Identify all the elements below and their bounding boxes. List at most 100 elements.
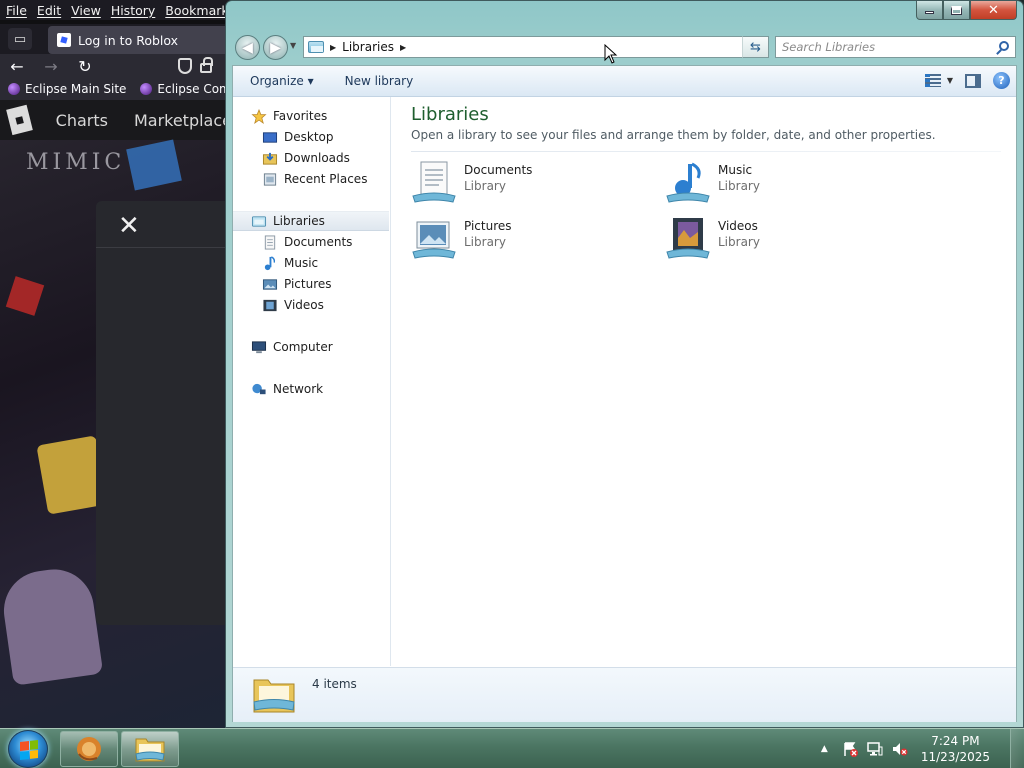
menu-file[interactable]: File bbox=[6, 3, 27, 18]
lock-icon[interactable] bbox=[200, 57, 213, 73]
libraries-icon bbox=[251, 215, 267, 227]
nav-item-libraries[interactable]: Libraries bbox=[233, 211, 389, 231]
show-desktop-button[interactable] bbox=[1010, 729, 1024, 768]
preview-pane-icon[interactable] bbox=[965, 73, 981, 88]
pictures-icon bbox=[262, 278, 278, 290]
nav-marketplace[interactable]: Marketplace bbox=[134, 111, 232, 130]
back-arrow-icon[interactable]: ← bbox=[0, 57, 34, 76]
show-hidden-icons-icon[interactable]: ▲ bbox=[821, 744, 828, 754]
breadcrumb-arrow-icon[interactable]: ▶ bbox=[330, 43, 336, 52]
start-button[interactable] bbox=[8, 730, 48, 768]
taskbar-firefox[interactable] bbox=[60, 731, 118, 767]
refresh-button[interactable]: ⇆ bbox=[742, 36, 769, 58]
nav-item-documents[interactable]: Documents bbox=[233, 232, 389, 252]
item-count: 4 items bbox=[312, 677, 357, 691]
change-view-icon[interactable] bbox=[924, 74, 941, 87]
forward-button[interactable]: ▶ bbox=[263, 35, 288, 60]
firefox-menubar: File Edit View History Bookmarks bbox=[0, 0, 232, 20]
view-options-dropdown-icon[interactable]: ▼ bbox=[947, 76, 953, 85]
breadcrumb-libraries[interactable]: Libraries bbox=[342, 40, 394, 54]
divider bbox=[411, 151, 1001, 152]
clock-time: 7:24 PM bbox=[931, 734, 980, 748]
videos-filmstrip-icon bbox=[263, 299, 277, 311]
forward-arrow-icon[interactable]: → bbox=[34, 57, 68, 76]
nav-item-label: Libraries bbox=[273, 214, 325, 228]
tab-title: Log in to Roblox bbox=[78, 32, 179, 48]
close-button[interactable]: ✕ bbox=[970, 1, 1017, 20]
bookmark-eclipse-community[interactable]: Eclipse Community bbox=[140, 82, 232, 96]
maximize-icon bbox=[951, 5, 962, 15]
mouse-cursor-icon bbox=[604, 44, 618, 64]
nav-item-recent-places[interactable]: Recent Places bbox=[233, 169, 389, 189]
menu-history[interactable]: History bbox=[111, 3, 155, 18]
firefox-tabstrip: ▭ Log in to Roblox bbox=[0, 24, 232, 54]
bookmarks-toolbar: Eclipse Main Site Eclipse Community bbox=[0, 78, 232, 100]
nav-item-network[interactable]: Network bbox=[233, 379, 389, 399]
taskbar: ▲ 7:24 PM 11/23/2025 bbox=[0, 728, 1024, 768]
nav-item-favorites[interactable]: Favorites bbox=[233, 106, 389, 126]
explorer-folder-icon bbox=[135, 738, 165, 762]
tab-roblox-login[interactable]: Log in to Roblox bbox=[48, 26, 232, 54]
close-icon[interactable]: ✕ bbox=[118, 213, 140, 239]
search-box[interactable] bbox=[775, 36, 1016, 58]
library-name: Pictures bbox=[464, 219, 512, 233]
clock-date: 11/23/2025 bbox=[920, 750, 990, 764]
action-center-flag-icon[interactable] bbox=[842, 741, 858, 757]
menu-bookmarks[interactable]: Bookmarks bbox=[165, 3, 232, 18]
back-button[interactable]: ◀ bbox=[235, 35, 260, 60]
roblox-logo-icon[interactable] bbox=[6, 104, 33, 136]
page-title: Libraries bbox=[411, 104, 489, 125]
minimize-icon bbox=[925, 11, 934, 14]
library-item-music[interactable]: Music Library bbox=[665, 158, 905, 208]
library-item-pictures[interactable]: Pictures Library bbox=[411, 214, 651, 264]
page-description: Open a library to see your files and arr… bbox=[411, 128, 936, 142]
windows-logo-icon bbox=[20, 740, 38, 760]
network-status-icon[interactable] bbox=[867, 741, 883, 757]
nav-item-label: Downloads bbox=[284, 151, 350, 165]
help-icon[interactable]: ? bbox=[993, 72, 1010, 89]
nav-item-label: Network bbox=[273, 382, 324, 396]
bookmark-label: Eclipse Main Site bbox=[25, 82, 127, 96]
clock[interactable]: 7:24 PM 11/23/2025 bbox=[921, 733, 990, 765]
nav-item-pictures[interactable]: Pictures bbox=[233, 274, 389, 294]
libraries-folder-icon bbox=[308, 41, 324, 53]
caption-buttons: ✕ bbox=[916, 1, 1017, 20]
explorer-window: ✕ ◀ ▶ ▼ ▶ Libraries ▶ ▼ ⇆ Organize ▾ New… bbox=[225, 0, 1024, 728]
firefox-view-icon[interactable]: ▭ bbox=[8, 28, 32, 50]
library-item-documents[interactable]: Documents Library bbox=[411, 158, 651, 208]
roblox-header: Charts Marketplace bbox=[0, 100, 232, 140]
nav-item-videos[interactable]: Videos bbox=[233, 295, 389, 315]
new-library-button[interactable]: New library bbox=[345, 74, 414, 88]
reload-icon[interactable]: ↻ bbox=[68, 57, 102, 76]
volume-muted-icon[interactable] bbox=[892, 741, 908, 757]
maximize-button[interactable] bbox=[943, 1, 970, 20]
game-art bbox=[5, 276, 45, 316]
tracking-shield-icon[interactable] bbox=[178, 58, 192, 74]
nav-item-label: Pictures bbox=[284, 277, 332, 291]
nav-item-music[interactable]: Music bbox=[233, 253, 389, 273]
library-item-videos[interactable]: Videos Library bbox=[665, 214, 905, 264]
bookmark-label: Eclipse Community bbox=[157, 82, 232, 96]
bookmark-eclipse-main[interactable]: Eclipse Main Site bbox=[8, 82, 126, 96]
address-bar[interactable]: ▶ Libraries ▶ ▼ bbox=[303, 36, 769, 58]
nav-item-computer[interactable]: Computer bbox=[233, 337, 389, 357]
organize-button[interactable]: Organize ▾ bbox=[250, 74, 314, 88]
search-input[interactable] bbox=[782, 40, 992, 54]
nav-item-downloads[interactable]: Downloads bbox=[233, 148, 389, 168]
breadcrumb-arrow-icon[interactable]: ▶ bbox=[400, 43, 406, 52]
taskbar-explorer[interactable] bbox=[121, 731, 179, 767]
menu-edit[interactable]: Edit bbox=[37, 3, 61, 18]
nav-item-desktop[interactable]: Desktop bbox=[233, 127, 389, 147]
system-tray: ▲ 7:24 PM 11/23/2025 bbox=[821, 729, 1024, 768]
menu-view[interactable]: View bbox=[71, 3, 101, 18]
command-bar-right: ▼ ? bbox=[924, 72, 1010, 89]
login-modal: ✕ bbox=[96, 201, 232, 625]
recent-pages-dropdown-icon[interactable]: ▼ bbox=[290, 41, 296, 50]
nav-charts[interactable]: Charts bbox=[56, 111, 108, 130]
navigation-pane: Favorites Desktop Downloads Recent Place… bbox=[233, 97, 391, 666]
minimize-button[interactable] bbox=[916, 1, 943, 20]
refresh-icon: ⇆ bbox=[750, 39, 761, 55]
library-type: Library bbox=[718, 235, 760, 249]
search-icon[interactable] bbox=[999, 41, 1009, 51]
firefox-icon bbox=[77, 737, 101, 761]
